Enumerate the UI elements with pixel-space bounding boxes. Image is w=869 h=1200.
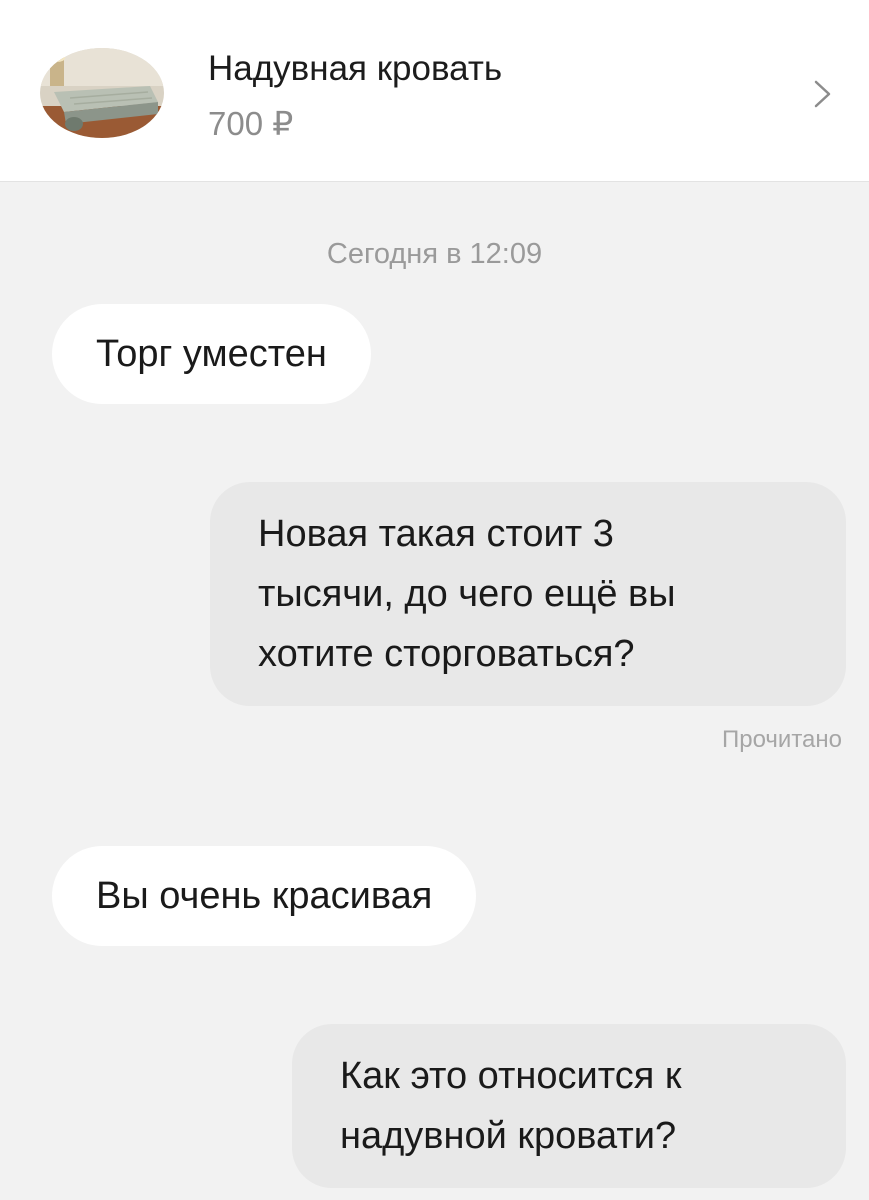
- message-outgoing[interactable]: Как это относится к надувной кровати?: [292, 1024, 846, 1188]
- message-text: Новая такая стоит 3: [258, 513, 614, 555]
- message-text: хотите сторговаться?: [258, 633, 635, 675]
- listing-price: 700 ₽: [208, 105, 294, 142]
- listing-thumbnail[interactable]: [40, 48, 164, 138]
- message-text: тысячи, до чего ещё вы: [258, 573, 676, 615]
- chat-date-label: Сегодня в 12:09: [326, 238, 543, 270]
- message-text: Как это относится к: [340, 1055, 682, 1097]
- message-incoming[interactable]: Торг уместен: [52, 304, 371, 404]
- read-status: Прочитано: [722, 726, 842, 753]
- listing-header[interactable]: Надувная кровать 700 ₽: [0, 0, 869, 182]
- message-outgoing[interactable]: Новая такая стоит 3 тысячи, до чего ещё …: [210, 482, 846, 706]
- message-text: надувной кровати?: [340, 1115, 677, 1157]
- message-text: Вы очень красивая: [96, 875, 433, 917]
- chevron-right-icon[interactable]: [811, 76, 835, 112]
- air-mattress-photo-icon: [40, 48, 164, 138]
- listing-title: Надувная кровать: [208, 49, 503, 88]
- message-incoming[interactable]: Вы очень красивая: [52, 846, 477, 946]
- message-text: Торг уместен: [96, 333, 327, 375]
